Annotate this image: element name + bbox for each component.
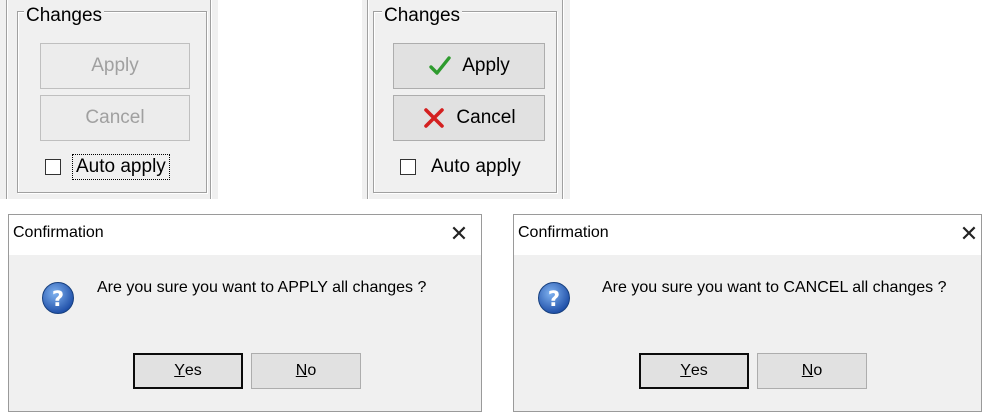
no-label-rest: o	[307, 362, 317, 379]
changes-group-title: Changes	[24, 5, 105, 27]
svg-text:?: ?	[548, 287, 560, 311]
close-icon[interactable]: ✕	[956, 221, 982, 247]
dialog-title-bar: Confirmation ✕	[514, 215, 981, 255]
auto-apply-checkbox[interactable]: Auto apply	[400, 155, 524, 179]
no-mnemonic: N	[801, 362, 814, 379]
dialog-message: Are you sure you want to APPLY all chang…	[97, 279, 427, 296]
dialog-title: Confirmation	[13, 224, 104, 241]
auto-apply-label: Auto apply	[72, 154, 170, 180]
yes-label-rest: es	[184, 362, 202, 379]
no-button[interactable]: No	[757, 353, 867, 389]
apply-button-label: Apply	[91, 55, 139, 76]
dialog-message: Are you sure you want to CANCEL all chan…	[602, 279, 947, 296]
changes-group-title: Changes	[382, 5, 463, 27]
confirmation-dialog-cancel: Confirmation ✕ ? Are you sure you want t…	[513, 214, 982, 412]
panel-edge	[6, 0, 8, 199]
no-button[interactable]: No	[251, 353, 361, 389]
apply-button-label: Apply	[462, 55, 510, 76]
svg-text:?: ?	[52, 287, 64, 311]
no-mnemonic: N	[295, 362, 308, 379]
dialog-title: Confirmation	[518, 224, 609, 241]
checkbox-box[interactable]	[45, 159, 61, 175]
yes-label-rest: es	[690, 362, 708, 379]
cancel-button[interactable]: Cancel	[393, 95, 545, 141]
no-label-rest: o	[813, 362, 823, 379]
changes-panel-enabled: Changes Apply Cancel Auto apply	[362, 0, 570, 199]
panel-edge	[367, 0, 369, 199]
question-icon: ?	[41, 281, 75, 315]
cancel-button-label: Cancel	[85, 107, 145, 128]
red-x-icon	[422, 106, 446, 130]
panel-edge	[210, 0, 212, 199]
cancel-button-label: Cancel	[456, 107, 516, 128]
panel-edge	[562, 0, 564, 199]
dialog-body: ? Are you sure you want to CANCEL all ch…	[514, 255, 981, 411]
dialog-body: ? Are you sure you want to APPLY all cha…	[9, 255, 481, 411]
checkmark-icon	[428, 54, 452, 78]
auto-apply-label: Auto apply	[431, 156, 521, 177]
apply-button[interactable]: Apply	[40, 43, 190, 89]
dialog-title-bar: Confirmation ✕	[9, 215, 481, 255]
yes-mnemonic: Y	[174, 362, 185, 379]
auto-apply-checkbox[interactable]: Auto apply	[45, 154, 170, 180]
changes-panel-disabled: Changes Apply Cancel Auto apply	[0, 0, 218, 199]
yes-button[interactable]: Yes	[639, 353, 749, 389]
checkbox-box[interactable]	[400, 159, 416, 175]
yes-button[interactable]: Yes	[133, 353, 243, 389]
apply-button[interactable]: Apply	[393, 43, 545, 89]
yes-mnemonic: Y	[680, 362, 691, 379]
confirmation-dialog-apply: Confirmation ✕ ? Are you sure you want t…	[8, 214, 482, 412]
cancel-button[interactable]: Cancel	[40, 95, 190, 141]
close-icon[interactable]: ✕	[446, 221, 472, 247]
question-icon: ?	[537, 281, 571, 315]
